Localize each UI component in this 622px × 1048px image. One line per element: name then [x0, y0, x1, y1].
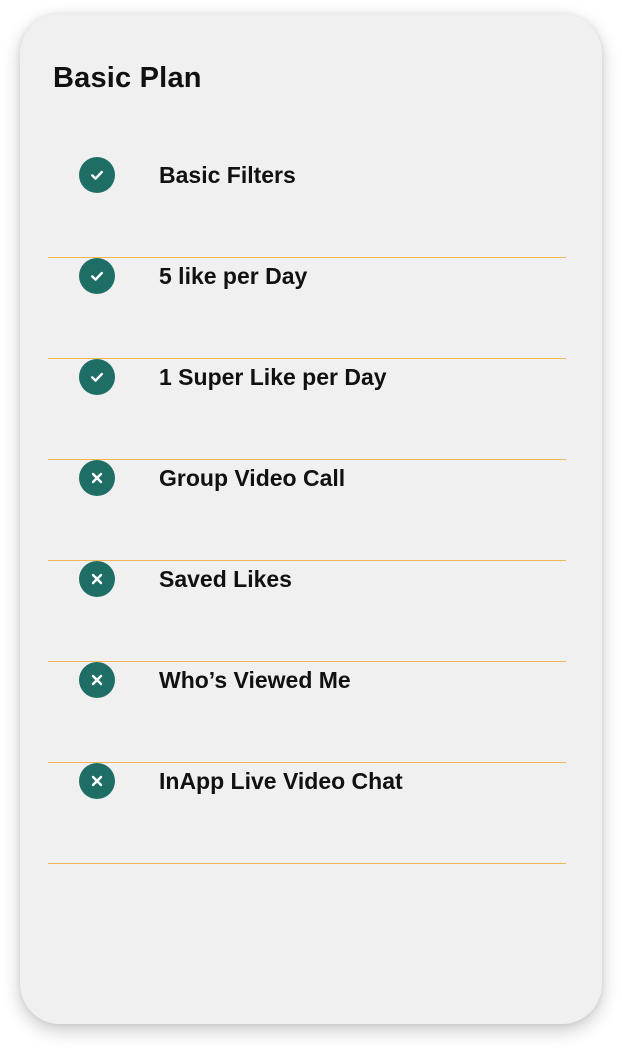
check-icon	[79, 359, 115, 395]
close-icon	[79, 662, 115, 698]
check-icon	[79, 157, 115, 193]
feature-row-likes-per-day: 5 like per Day	[48, 258, 566, 359]
close-icon	[79, 763, 115, 799]
feature-label: Basic Filters	[159, 162, 296, 188]
feature-label: InApp Live Video Chat	[159, 768, 403, 794]
feature-label: Saved Likes	[159, 566, 292, 592]
close-icon	[79, 460, 115, 496]
feature-row-saved-likes: Saved Likes	[48, 561, 566, 662]
feature-label: Group Video Call	[159, 465, 346, 491]
feature-row-super-like: 1 Super Like per Day	[48, 359, 566, 460]
feature-row-basic-filters: Basic Filters	[48, 157, 566, 258]
feature-label: Who’s Viewed Me	[159, 667, 351, 693]
plan-card: Basic Plan Basic Filters 5 like per Day …	[20, 14, 602, 1024]
divider	[48, 863, 566, 864]
feature-row-group-video-call: Group Video Call	[48, 460, 566, 561]
feature-label: 1 Super Like per Day	[159, 364, 387, 390]
close-icon	[79, 561, 115, 597]
feature-row-live-video-chat: InApp Live Video Chat	[48, 763, 566, 864]
feature-label: 5 like per Day	[159, 263, 308, 289]
check-icon	[79, 258, 115, 294]
feature-row-whos-viewed-me: Who’s Viewed Me	[48, 662, 566, 763]
feature-list: Basic Filters 5 like per Day 1 Super Lik…	[20, 14, 602, 1024]
